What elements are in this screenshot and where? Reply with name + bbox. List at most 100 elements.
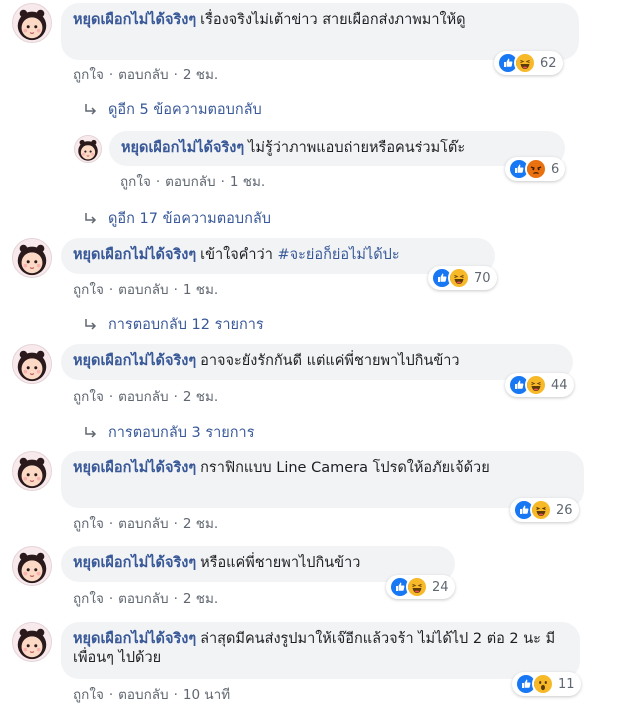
reply-button[interactable]: ตอบกลับ — [118, 591, 168, 607]
reaction-count: 26 — [556, 502, 573, 518]
angry-icon — [525, 158, 547, 180]
haha-icon — [530, 499, 552, 521]
comment-bubble: หยุดเผือกไม่ได้จริงๆ ล่าสุดมีคนส่งรูปมาให… — [61, 622, 580, 679]
comment-text: เรื่องจริงไม่เต้าข่าว สายเผือกส่งภาพมาให… — [200, 12, 466, 28]
haha-icon — [514, 52, 536, 74]
separator: · — [173, 67, 178, 83]
comment-author[interactable]: หยุดเผือกไม่ได้จริงๆ — [73, 12, 196, 28]
comment-timestamp[interactable]: 2 ชม. — [183, 516, 218, 532]
comment-text: ไม่รู้ว่าภาพแอบถ่ายหรือคนร่วมโต๊ะ — [248, 140, 466, 156]
comment-timestamp[interactable]: 1 ชม. — [183, 282, 218, 298]
haha-icon — [448, 267, 470, 289]
reaction-summary[interactable]: 70 — [428, 266, 497, 290]
like-button[interactable]: ถูกใจ — [73, 389, 104, 405]
hashtag-link[interactable]: #จะย่อก็ย่อไม่ได้ปะ — [277, 247, 399, 263]
comment-timestamp[interactable]: 2 ชม. — [183, 67, 218, 83]
reaction-count: 24 — [432, 579, 449, 595]
reply-button[interactable]: ตอบกลับ — [118, 67, 168, 83]
reply-button[interactable]: ตอบกลับ — [165, 174, 215, 190]
reaction-count: 70 — [474, 270, 491, 286]
like-button[interactable]: ถูกใจ — [73, 67, 104, 83]
separator: · — [108, 282, 114, 298]
comment-author[interactable]: หยุดเผือกไม่ได้จริงๆ — [73, 631, 196, 647]
reaction-summary[interactable]: 6 — [505, 157, 566, 181]
comment-actions: ถูกใจ · ตอบกลับ · 1 ชม. — [73, 278, 218, 300]
comment-actions: ถูกใจ · ตอบกลับ · 2 ชม. — [73, 512, 218, 534]
comment-text: หรือแค่พี่ชายพาไปกินข้าว — [200, 555, 361, 571]
avatar[interactable] — [12, 451, 52, 491]
separator: · — [108, 687, 114, 703]
reaction-count: 44 — [551, 377, 568, 393]
wow-icon — [532, 673, 554, 695]
like-button[interactable]: ถูกใจ — [73, 591, 104, 607]
comment-text: อาจจะยังรักกันดี แต่แค่พี่ชายพาไปกินข้าว — [200, 353, 460, 369]
reply-button[interactable]: ตอบกลับ — [118, 516, 168, 532]
reply-arrow-icon — [84, 212, 98, 226]
reaction-count: 62 — [540, 55, 557, 71]
reaction-summary[interactable]: 62 — [494, 51, 563, 75]
separator: · — [108, 389, 114, 405]
separator: · — [173, 389, 178, 405]
reaction-count: 11 — [558, 676, 575, 692]
view-more-replies-label: การตอบกลับ 12 รายการ — [108, 317, 264, 333]
view-more-replies-link[interactable]: ดูอีก 5 ข้อความตอบกลับ — [84, 98, 262, 121]
separator: · — [173, 687, 178, 703]
avatar[interactable] — [74, 135, 102, 163]
like-button[interactable]: ถูกใจ — [73, 687, 104, 703]
view-more-replies-label: ดูอีก 17 ข้อความตอบกลับ — [108, 211, 271, 227]
comment-bubble: หยุดเผือกไม่ได้จริงๆ เข้าใจคำว่า #จะย่อก็… — [61, 238, 495, 274]
reaction-summary[interactable]: 26 — [510, 498, 579, 522]
comment-actions: ถูกใจ · ตอบกลับ · 10 นาที — [73, 683, 230, 705]
comment-timestamp[interactable]: 2 ชม. — [183, 389, 218, 405]
separator: · — [173, 516, 178, 532]
comment-author[interactable]: หยุดเผือกไม่ได้จริงๆ — [73, 247, 196, 263]
comment-text: เข้าใจคำว่า — [200, 247, 278, 263]
comment-timestamp[interactable]: 2 ชม. — [183, 591, 218, 607]
reply-arrow-icon — [84, 426, 98, 440]
reaction-summary[interactable]: 11 — [512, 672, 581, 696]
comment-actions: ถูกใจ · ตอบกลับ · 1 ชม. — [120, 170, 265, 192]
reply-button[interactable]: ตอบกลับ — [118, 687, 168, 703]
comment-actions: ถูกใจ · ตอบกลับ · 2 ชม. — [73, 63, 218, 85]
avatar[interactable] — [12, 546, 52, 586]
comment-author[interactable]: หยุดเผือกไม่ได้จริงๆ — [121, 140, 244, 156]
separator: · — [173, 282, 178, 298]
view-more-replies-link[interactable]: การตอบกลับ 3 รายการ — [84, 421, 255, 444]
view-more-replies-link[interactable]: การตอบกลับ 12 รายการ — [84, 313, 264, 336]
reaction-count: 6 — [551, 161, 560, 177]
view-more-replies-link[interactable]: ดูอีก 17 ข้อความตอบกลับ — [84, 207, 271, 230]
separator: · — [108, 591, 114, 607]
comment-actions: ถูกใจ · ตอบกลับ · 2 ชม. — [73, 587, 218, 609]
avatar[interactable] — [12, 238, 52, 278]
separator: · — [155, 174, 161, 190]
like-button[interactable]: ถูกใจ — [73, 516, 104, 532]
comment-bubble: หยุดเผือกไม่ได้จริงๆ ไม่รู้ว่าภาพแอบถ่ายห… — [109, 131, 565, 166]
comment-bubble: หยุดเผือกไม่ได้จริงๆ อาจจะยังรักกันดี แต่… — [61, 344, 573, 380]
reaction-summary[interactable]: 44 — [505, 373, 574, 397]
separator: · — [173, 591, 178, 607]
comment-timestamp[interactable]: 1 ชม. — [230, 174, 265, 190]
reply-arrow-icon — [84, 103, 98, 117]
comment-author[interactable]: หยุดเผือกไม่ได้จริงๆ — [73, 353, 196, 369]
reaction-summary[interactable]: 24 — [386, 575, 455, 599]
reply-button[interactable]: ตอบกลับ — [118, 389, 168, 405]
avatar[interactable] — [12, 3, 52, 43]
comment-author[interactable]: หยุดเผือกไม่ได้จริงๆ — [73, 460, 196, 476]
avatar[interactable] — [12, 622, 52, 662]
like-button[interactable]: ถูกใจ — [120, 174, 151, 190]
separator: · — [220, 174, 225, 190]
reply-button[interactable]: ตอบกลับ — [118, 282, 168, 298]
reply-arrow-icon — [84, 318, 98, 332]
avatar[interactable] — [12, 344, 52, 384]
haha-icon — [406, 576, 428, 598]
comment-timestamp[interactable]: 10 นาที — [183, 687, 230, 703]
view-more-replies-label: การตอบกลับ 3 รายการ — [108, 425, 255, 441]
comment-text: กราฟิกแบบ Line Camera โปรดให้อภัยเจ้ด้วย — [200, 460, 490, 476]
view-more-replies-label: ดูอีก 5 ข้อความตอบกลับ — [108, 102, 262, 118]
separator: · — [108, 516, 114, 532]
comment-bubble: หยุดเผือกไม่ได้จริงๆ กราฟิกแบบ Line Camer… — [61, 451, 584, 508]
separator: · — [108, 67, 114, 83]
comment-actions: ถูกใจ · ตอบกลับ · 2 ชม. — [73, 385, 218, 407]
comment-author[interactable]: หยุดเผือกไม่ได้จริงๆ — [73, 555, 196, 571]
like-button[interactable]: ถูกใจ — [73, 282, 104, 298]
